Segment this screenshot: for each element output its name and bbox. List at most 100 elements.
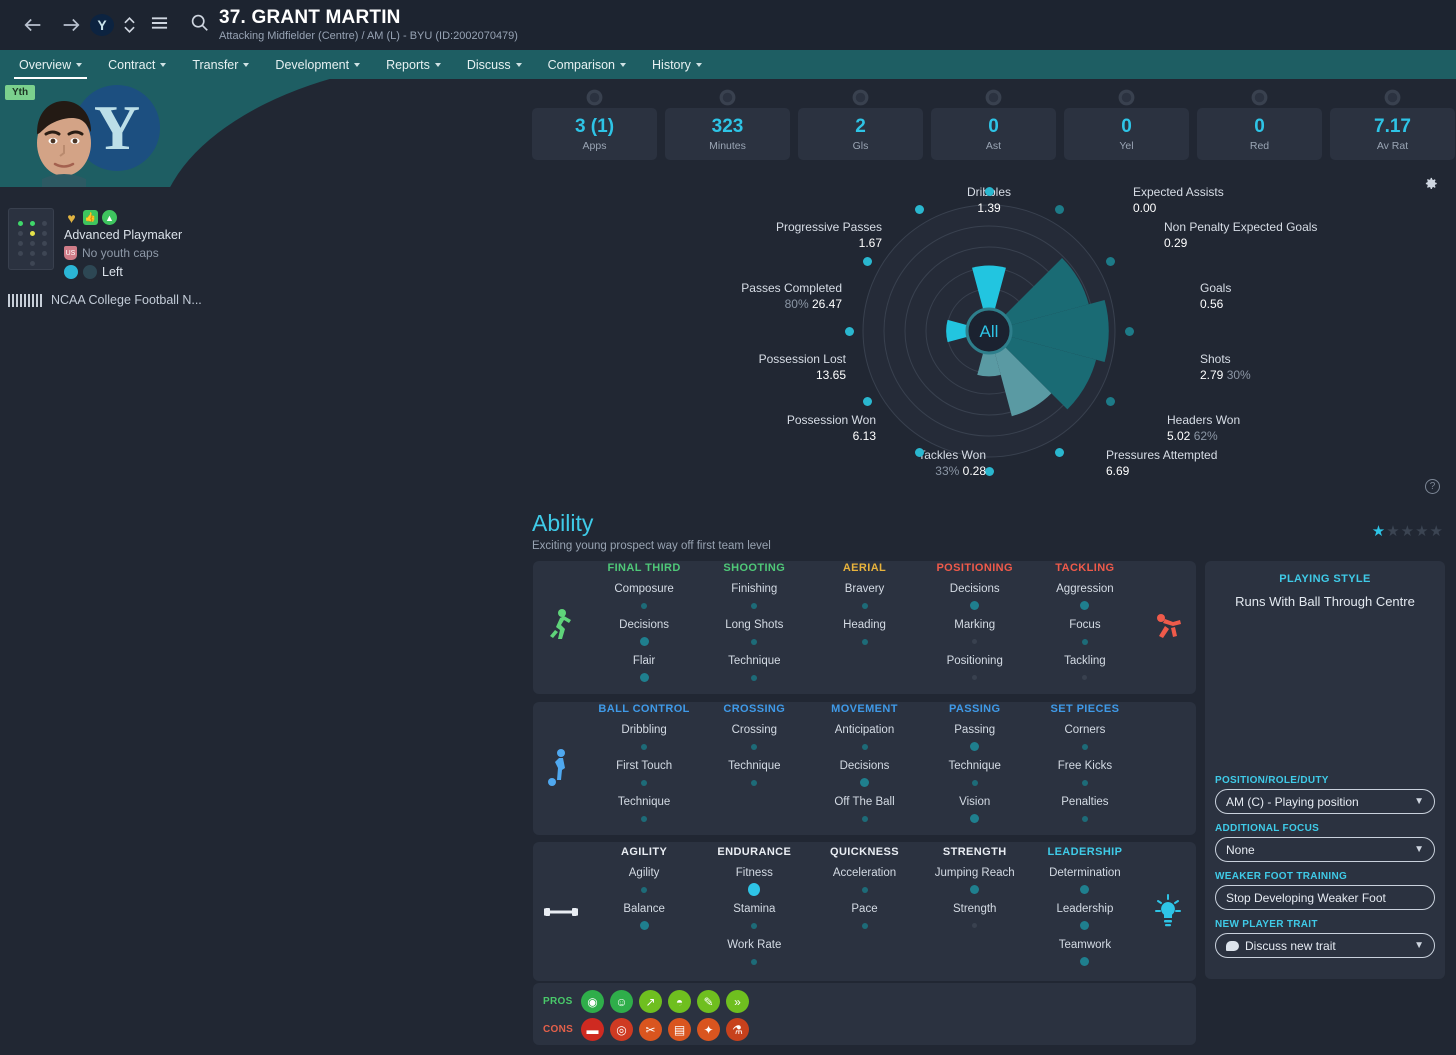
radar-metric-dot[interactable]: [1124, 326, 1134, 336]
ability-attribute-name[interactable]: Pace: [809, 903, 919, 915]
radar-metric-dot[interactable]: [1054, 205, 1064, 215]
ability-attribute-name[interactable]: Marking: [920, 619, 1030, 631]
ability-attribute-name[interactable]: Composure: [589, 583, 699, 595]
radar-metric-dot[interactable]: [984, 186, 994, 196]
ability-attribute-name[interactable]: Teamwork: [1030, 939, 1140, 951]
field-additional-focus[interactable]: None ▼: [1215, 837, 1435, 862]
radar-metric-dot[interactable]: [914, 447, 924, 457]
target-icon[interactable]: ◎: [610, 1018, 633, 1041]
ability-attribute-marker: [809, 599, 919, 612]
radar-metric-name: Possession Won: [786, 413, 876, 427]
stat-box[interactable]: 0 Ast: [931, 108, 1056, 160]
ability-attribute-name[interactable]: Technique: [920, 760, 1030, 772]
ability-attribute-name[interactable]: Dribbling: [589, 724, 699, 736]
stat-box[interactable]: 2 Gls: [798, 108, 923, 160]
ability-attribute-name[interactable]: Penalties: [1030, 796, 1140, 808]
ability-attribute-name[interactable]: Tackling: [1030, 655, 1140, 667]
tab-comparison[interactable]: Comparison: [535, 50, 639, 79]
ability-attribute-name[interactable]: Fitness: [699, 867, 809, 879]
player-stepper[interactable]: [124, 17, 135, 33]
radar-settings-button[interactable]: [1423, 176, 1438, 196]
ability-attribute-marker: [809, 812, 919, 825]
ability-attribute-name[interactable]: Balance: [589, 903, 699, 915]
tab-overview[interactable]: Overview: [6, 50, 95, 79]
ability-attribute-name[interactable]: Positioning: [920, 655, 1030, 667]
stat-box[interactable]: 0 Yel: [1064, 108, 1189, 160]
search-button[interactable]: [190, 13, 209, 37]
venn-circles-icon[interactable]: ◉: [581, 990, 604, 1013]
ability-category-header: QUICKNESS: [830, 846, 899, 858]
head-brain-icon[interactable]: ◓: [668, 990, 691, 1013]
field-weaker-foot-training[interactable]: Stop Developing Weaker Foot: [1215, 885, 1435, 910]
tab-transfer[interactable]: Transfer: [179, 50, 262, 79]
arrow-left-icon: [24, 18, 41, 32]
ability-attribute-name[interactable]: Anticipation: [809, 724, 919, 736]
field-position-role-duty[interactable]: AM (C) - Playing position ▼: [1215, 789, 1435, 814]
ability-attribute-name[interactable]: Decisions: [589, 619, 699, 631]
tab-reports[interactable]: Reports: [373, 50, 454, 79]
radar-metric-label: Possession Won 6.13: [532, 412, 876, 444]
double-chevron-icon[interactable]: »: [726, 990, 749, 1013]
stat-box[interactable]: 7.17 Av Rat: [1330, 108, 1455, 160]
stat-box[interactable]: 0 Red: [1197, 108, 1322, 160]
radar-metric-dot[interactable]: [844, 326, 854, 336]
tab-development[interactable]: Development: [262, 50, 373, 79]
radar-metric-dot[interactable]: [863, 396, 873, 406]
document-icon[interactable]: ▤: [668, 1018, 691, 1041]
ability-attribute-name[interactable]: Stamina: [699, 903, 809, 915]
ability-attribute-name[interactable]: Passing: [920, 724, 1030, 736]
radar-metric-label: Expected Assists 0.00: [1133, 184, 1224, 216]
ability-attribute-name[interactable]: Strength: [920, 903, 1030, 915]
ability-attribute-name[interactable]: Technique: [699, 655, 809, 667]
ability-attribute-name[interactable]: Heading: [809, 619, 919, 631]
tab-contract[interactable]: Contract: [95, 50, 179, 79]
menu-button[interactable]: [151, 16, 168, 35]
back-button[interactable]: [14, 6, 52, 44]
ability-attribute-name[interactable]: Agility: [589, 867, 699, 879]
tab-discuss[interactable]: Discuss: [454, 50, 535, 79]
boot-gear-icon[interactable]: ✦: [697, 1018, 720, 1041]
ability-attribute-name[interactable]: Technique: [589, 796, 699, 808]
club-badge-icon[interactable]: Y: [90, 14, 114, 36]
flask-icon[interactable]: ⚗: [726, 1018, 749, 1041]
field-new-player-trait[interactable]: Discuss new trait ▼: [1215, 933, 1435, 958]
broken-bone-icon[interactable]: ✂: [639, 1018, 662, 1041]
ability-attribute-name[interactable]: Off The Ball: [809, 796, 919, 808]
radar-metric-dot[interactable]: [1105, 256, 1115, 266]
ability-attribute-name[interactable]: Leadership: [1030, 903, 1140, 915]
radar-metric-dot[interactable]: [863, 256, 873, 266]
ability-attribute-name[interactable]: Corners: [1030, 724, 1140, 736]
ability-attribute-name[interactable]: First Touch: [589, 760, 699, 772]
ability-attribute-name[interactable]: Vision: [920, 796, 1030, 808]
position-pitch-map[interactable]: [8, 208, 54, 270]
stat-box[interactable]: 323 Minutes: [665, 108, 790, 160]
ability-attribute-name[interactable]: Crossing: [699, 724, 809, 736]
ability-attribute-name[interactable]: Technique: [699, 760, 809, 772]
ability-attribute-name[interactable]: Acceleration: [809, 867, 919, 879]
ability-attribute-name[interactable]: Work Rate: [699, 939, 809, 951]
feather-icon[interactable]: ✎: [697, 990, 720, 1013]
ability-attribute-name[interactable]: Bravery: [809, 583, 919, 595]
ability-attribute-name[interactable]: Focus: [1030, 619, 1140, 631]
radar-metric-dot[interactable]: [914, 205, 924, 215]
dumbbell-icon[interactable]: ▬: [581, 1018, 604, 1041]
ability-attribute-name[interactable]: Determination: [1030, 867, 1140, 879]
arrow-up-icon[interactable]: ↗: [639, 990, 662, 1013]
radar-help-button[interactable]: ?: [1425, 479, 1440, 494]
ability-attribute-name[interactable]: Free Kicks: [1030, 760, 1140, 772]
ability-attribute-name[interactable]: Long Shots: [699, 619, 809, 631]
ability-panel-1: FINAL THIRD Composure Decisions Flair SHOOTI…: [533, 561, 1196, 694]
radar-metric-dot[interactable]: [1054, 447, 1064, 457]
boot-smile-icon[interactable]: ☺: [610, 990, 633, 1013]
ability-attribute-name[interactable]: Jumping Reach: [920, 867, 1030, 879]
ability-attribute-name[interactable]: Decisions: [920, 583, 1030, 595]
ability-attribute-name[interactable]: Finishing: [699, 583, 809, 595]
ability-attribute-name[interactable]: Flair: [589, 655, 699, 667]
tab-history[interactable]: History: [639, 50, 715, 79]
ability-attribute-name[interactable]: Decisions: [809, 760, 919, 772]
ability-attribute-name[interactable]: Aggression: [1030, 583, 1140, 595]
radar-metric-dot[interactable]: [1105, 396, 1115, 406]
chevron-down-icon: ▼: [1414, 844, 1424, 855]
forward-button[interactable]: [52, 6, 90, 44]
stat-box[interactable]: 3 (1) Apps: [532, 108, 657, 160]
